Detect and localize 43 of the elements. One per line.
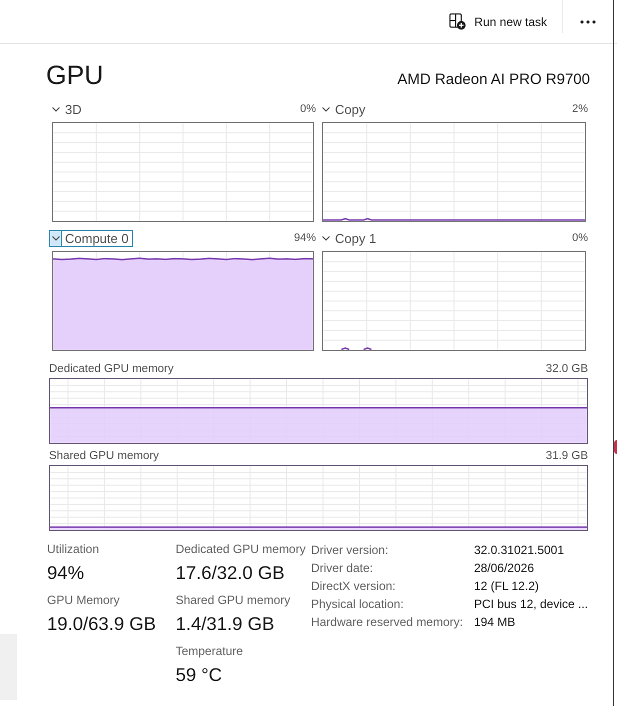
- stat-label: Utilization: [47, 542, 100, 556]
- usage-line: [341, 347, 372, 350]
- stat-value: 1.4/31.9 GB: [176, 612, 274, 636]
- stat-label: Shared GPU memory: [176, 593, 290, 607]
- detail-value: 32.0.31021.5001: [474, 542, 566, 559]
- detail-value: PCI bus 12, device ...: [474, 596, 588, 613]
- stat-value: 94%: [47, 561, 84, 585]
- run-task-button[interactable]: Run new task: [441, 6, 555, 36]
- detail-label: Physical location:: [310, 596, 405, 613]
- detail-label: Hardware reserved memory:: [310, 614, 464, 631]
- engine-selector[interactable]: Copy 1: [319, 230, 380, 246]
- window-plus-icon: [449, 13, 466, 30]
- chevron-icon: [52, 106, 60, 112]
- memory-label: Dedicated GPU memory: [49, 362, 174, 374]
- more-icon: [580, 20, 596, 24]
- usage-percent: 94%: [294, 232, 316, 244]
- stat-value: 19.0/63.9 GB: [47, 612, 156, 636]
- stat-label: Dedicated GPU memory: [176, 542, 306, 556]
- page-title: GPU: [46, 59, 104, 91]
- usage-percent: 0%: [300, 103, 316, 115]
- memory-label: Shared GPU memory: [49, 450, 159, 462]
- usage-percent: 2%: [572, 103, 588, 115]
- detail-label: DirectX version:: [310, 578, 397, 595]
- engine-selector[interactable]: 3D: [49, 100, 86, 118]
- detail-label: Driver version:: [310, 542, 390, 559]
- chevron-icon: [322, 106, 330, 112]
- engine-selector[interactable]: Copy: [319, 100, 370, 118]
- chevron-icon: [52, 236, 60, 240]
- stat-label: Temperature: [176, 644, 243, 658]
- detail-value: 194 MB: [474, 614, 516, 631]
- stat-label: GPU Memory: [47, 593, 120, 607]
- detail-value: 28/06/2026: [474, 560, 535, 577]
- stat-value: 59 °C: [176, 663, 222, 687]
- memory-capacity: 31.9 GB: [546, 450, 588, 462]
- memory-capacity: 32.0 GB: [546, 362, 588, 374]
- usage-percent: 0%: [572, 232, 588, 244]
- chevron-icon: [322, 236, 330, 240]
- detail-label: Driver date:: [310, 560, 374, 577]
- stat-value: 17.6/32.0 GB: [176, 561, 285, 585]
- partial-icon: [614, 440, 617, 454]
- detail-value: 12 (FL 12.2): [474, 578, 540, 595]
- device-name: AMD Radeon AI PRO R9700: [397, 71, 590, 88]
- engine-selector[interactable]: Compute 0: [49, 230, 133, 246]
